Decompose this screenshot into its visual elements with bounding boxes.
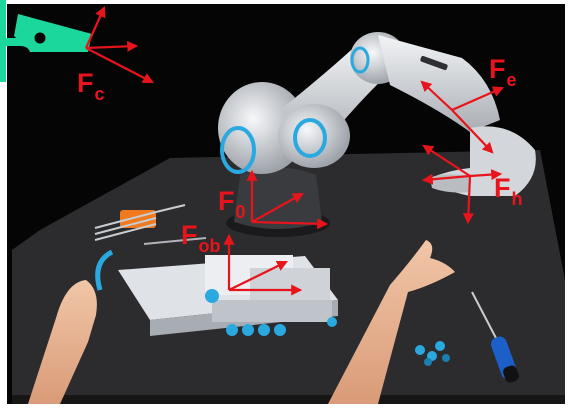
label-fc-sub: c <box>94 84 105 104</box>
label-fc: Fc <box>77 68 105 104</box>
label-fe: Fe <box>489 54 517 90</box>
robot-workspace-diagram: Fc Fe Fh F0 Fob <box>0 0 572 409</box>
label-fe-sub: e <box>506 70 517 90</box>
label-fh-sub: h <box>511 189 523 209</box>
label-fh-main: F <box>494 173 511 203</box>
label-fob-sub: ob <box>198 236 221 256</box>
scene-illustration <box>0 0 565 404</box>
label-f0-sub: 0 <box>235 202 246 222</box>
label-fob: Fob <box>181 220 221 256</box>
label-fe-main: F <box>489 54 506 84</box>
label-f0: F0 <box>218 186 246 222</box>
robot-base <box>234 167 322 229</box>
label-fc-main: F <box>77 68 94 98</box>
label-f0-main: F <box>218 186 235 216</box>
table-edge <box>12 395 565 404</box>
label-fh: Fh <box>494 173 523 209</box>
label-fob-main: F <box>181 220 198 250</box>
elbow-joint <box>278 104 350 168</box>
